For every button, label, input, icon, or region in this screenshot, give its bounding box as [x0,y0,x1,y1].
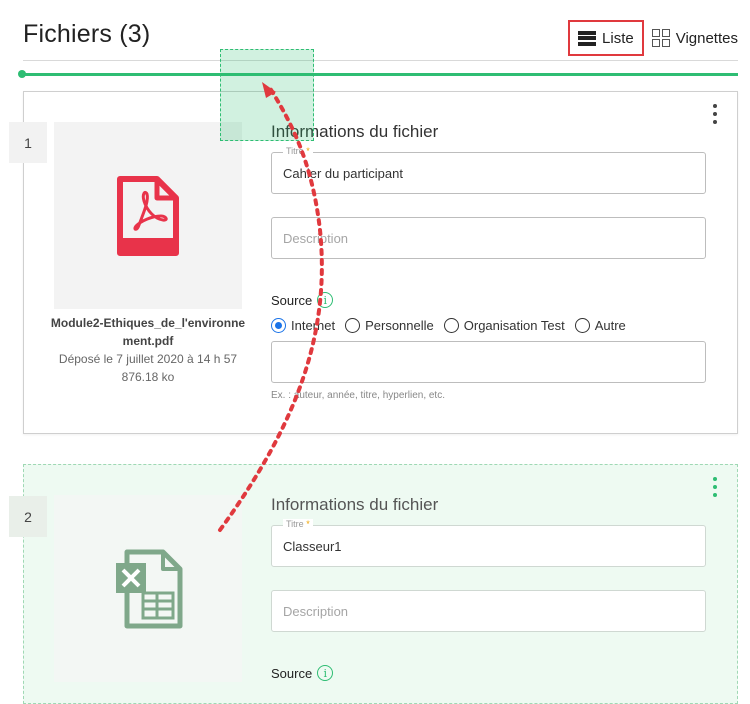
drag-ghost[interactable] [220,49,314,141]
description-field [271,590,706,632]
file-size: 876.18 ko [121,370,175,384]
title-field: Titre * [271,519,706,567]
description-input[interactable] [272,218,705,258]
radio-autre[interactable]: Autre [574,318,626,333]
source-label: Source i [271,292,706,308]
info-icon[interactable]: i [317,292,334,308]
description-input[interactable] [272,591,705,631]
source-input[interactable] [272,342,705,382]
title-field: Titre * [271,146,706,194]
file-card[interactable]: 2 Informations du fichier Titre * Source… [9,464,738,704]
file-info-form: Informations du fichier Titre * Source i… [271,122,706,401]
more-options-icon[interactable] [709,104,721,124]
radio-internet[interactable]: Internet [271,318,335,333]
view-toggle: Liste Vignettes [568,20,750,56]
thumbnails-view-label: Vignettes [675,29,738,47]
title-input[interactable] [272,153,705,193]
drop-indicator-line [20,73,738,76]
file-card[interactable]: 1 Module2-Ethiques_de_l'environnement.pd… [9,91,738,434]
file-thumbnail [54,122,242,309]
form-title: Informations du fichier [271,495,439,514]
source-label: Source i [271,665,706,681]
title-field-label: Titre * [283,146,313,156]
grid-icon [651,29,670,47]
form-title: Informations du fichier [271,122,439,141]
more-options-icon[interactable] [709,477,721,497]
pdf-icon [117,175,179,256]
info-icon[interactable]: i [317,665,334,681]
file-info-form: Informations du fichier Titre * Source i [271,495,706,681]
source-radio-group: Internet Personnelle Organisation Test A… [271,318,706,333]
radio-button[interactable] [345,318,361,333]
list-icon [578,30,597,46]
drop-indicator-dot [18,70,26,78]
radio-button[interactable] [271,318,286,333]
list-view-button[interactable]: Liste [568,20,644,56]
excel-icon [116,549,183,628]
file-meta: Module2-Ethiques_de_l'environnement.pdf … [48,314,248,386]
header-divider [23,60,738,61]
title-field-label: Titre * [283,519,313,529]
page-title: Fichiers (3) [23,20,151,48]
file-upload-date: Déposé le 7 juillet 2020 à 14 h 57 [58,352,238,366]
thumbnails-view-button[interactable]: Vignettes [651,29,750,47]
source-field [271,341,706,383]
radio-button[interactable] [574,318,590,333]
radio-button[interactable] [443,318,459,333]
radio-personnelle[interactable]: Personnelle [345,318,434,333]
description-field [271,217,706,259]
source-hint: Ex. : auteur, année, titre, hyperlien, e… [271,390,445,401]
title-input[interactable] [272,526,705,566]
file-index: 2 [9,496,47,537]
file-thumbnail [54,495,242,682]
radio-organisation[interactable]: Organisation Test [443,318,565,333]
file-name: Module2-Ethiques_de_l'environnement.pdf [50,316,246,348]
file-index: 1 [9,122,47,163]
list-view-label: Liste [602,29,634,47]
